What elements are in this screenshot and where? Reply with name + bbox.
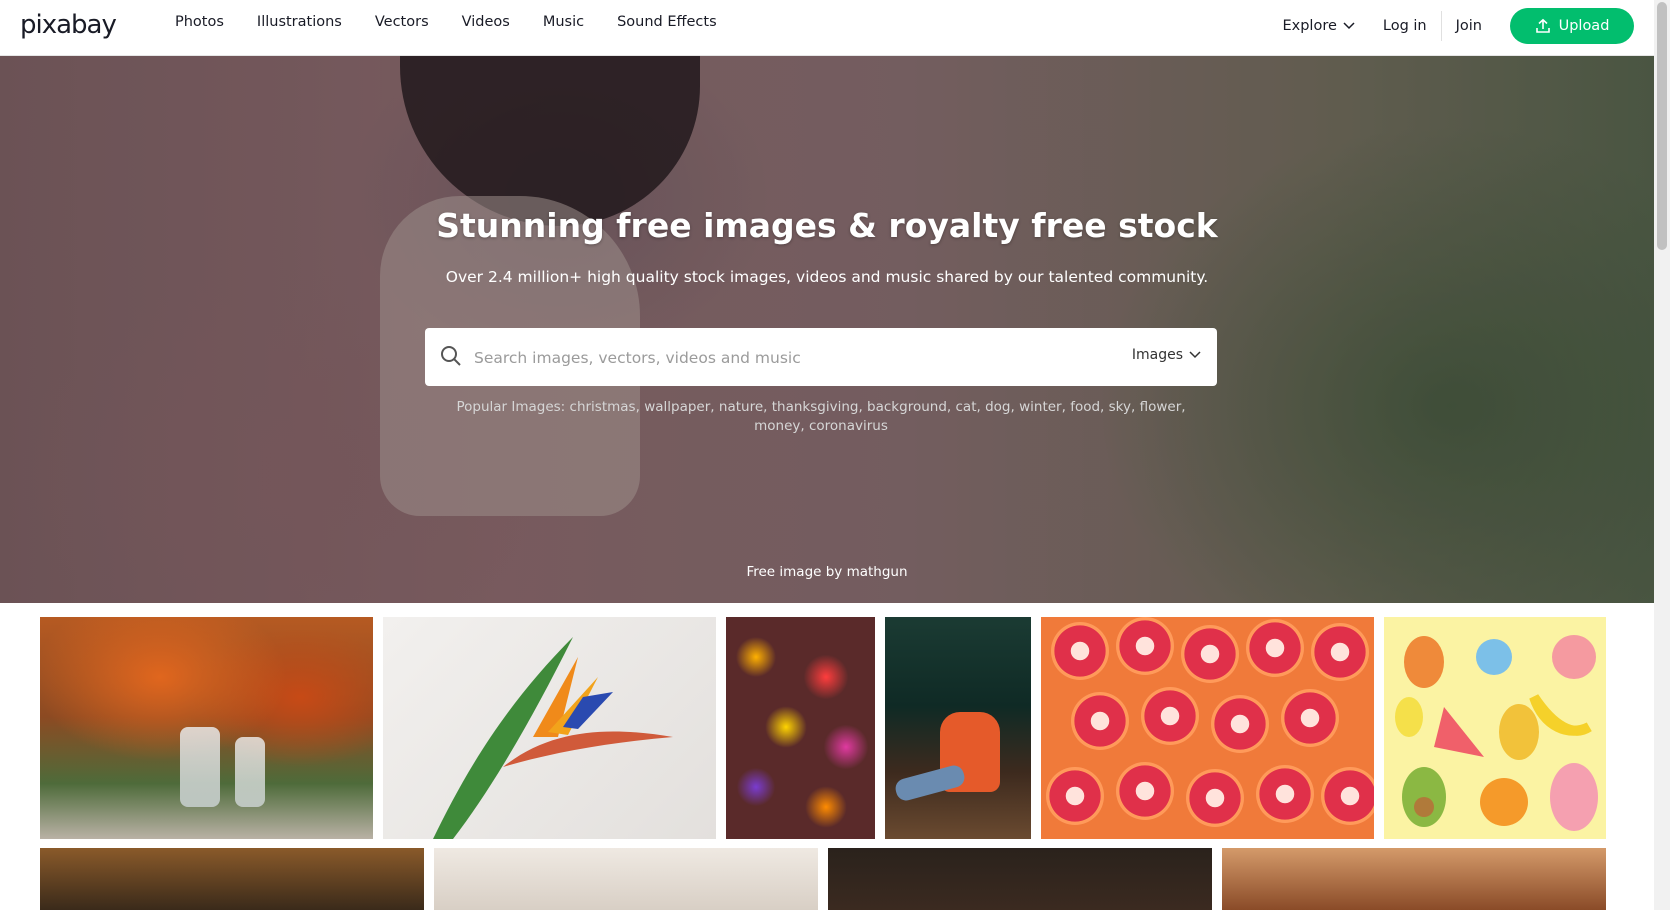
upload-button[interactable]: Upload: [1510, 8, 1634, 44]
popular-tag[interactable]: christmas: [570, 399, 636, 415]
hero-banner: Stunning free images & royalty free stoc…: [0, 56, 1654, 603]
search-input[interactable]: [472, 342, 1076, 374]
scrollbar-thumb[interactable]: [1657, 2, 1667, 250]
popular-tag[interactable]: winter: [1019, 399, 1062, 415]
hero-subtitle: Over 2.4 million+ high quality stock ima…: [445, 268, 1209, 286]
waterfall-shape: [180, 727, 220, 807]
fruit-shape: [1141, 687, 1199, 745]
popular-tag[interactable]: background: [867, 399, 947, 415]
popular-tag[interactable]: sky: [1109, 399, 1131, 415]
popular-tag[interactable]: flower: [1140, 399, 1182, 415]
person-legs-shape: [893, 763, 967, 803]
login-link[interactable]: Log in: [1383, 11, 1442, 41]
vertical-scrollbar[interactable]: [1654, 0, 1670, 910]
fruit-shape: [1186, 769, 1244, 827]
pixabay-logo[interactable]: pixabay: [20, 10, 117, 40]
popular-tag[interactable]: cat: [956, 399, 977, 415]
popular-tag[interactable]: coronavirus: [809, 418, 888, 434]
image-tile-woman-sitting[interactable]: [885, 617, 1031, 839]
popular-tag[interactable]: food: [1070, 399, 1100, 415]
image-tile-waterfall[interactable]: [40, 617, 373, 839]
search-bar: Images: [425, 328, 1217, 386]
join-link[interactable]: Join: [1456, 18, 1482, 34]
explore-menu[interactable]: Explore: [1282, 18, 1355, 34]
account-nav: Explore Log in Join Upload: [1282, 8, 1634, 44]
explore-label: Explore: [1282, 18, 1337, 34]
search-type-label: Images: [1131, 347, 1183, 363]
search-icon[interactable]: [440, 345, 462, 367]
fruit-shape: [1321, 767, 1374, 825]
nav-music[interactable]: Music: [543, 14, 584, 30]
fruit-shape: [1046, 767, 1104, 825]
waterfall-shape: [235, 737, 265, 807]
upload-icon: [1535, 18, 1550, 33]
image-tile[interactable]: [40, 848, 424, 910]
chevron-down-icon: [1189, 351, 1201, 359]
fruit-shape: [1256, 765, 1314, 823]
popular-label: Popular Images:: [456, 399, 566, 415]
bird-of-paradise-illustration: [433, 637, 673, 839]
image-tile-grapefruits[interactable]: [1041, 617, 1374, 839]
top-header: pixabay Photos Illustrations Vectors Vid…: [0, 0, 1654, 56]
image-tile[interactable]: [828, 848, 1212, 910]
image-tile-flower[interactable]: [383, 617, 716, 839]
nav-sound-effects[interactable]: Sound Effects: [617, 14, 717, 30]
image-credit[interactable]: Free image by mathgun: [0, 564, 1654, 580]
fruit-shape: [1211, 695, 1269, 753]
nav-illustrations[interactable]: Illustrations: [257, 14, 342, 30]
nav-videos[interactable]: Videos: [462, 14, 510, 30]
chevron-down-icon: [1343, 22, 1355, 30]
image-tile-lanterns[interactable]: [726, 617, 875, 839]
hero-title: Stunning free images & royalty free stoc…: [436, 206, 1218, 245]
nav-photos[interactable]: Photos: [175, 14, 224, 30]
fruit-shape: [1116, 617, 1174, 675]
upload-label: Upload: [1558, 18, 1610, 34]
popular-tag[interactable]: money: [754, 418, 800, 434]
fruit-shape: [1071, 692, 1129, 750]
nav-vectors[interactable]: Vectors: [375, 14, 429, 30]
popular-tag[interactable]: dog: [985, 399, 1010, 415]
image-tile[interactable]: [1222, 848, 1606, 910]
fruit-shape: [1246, 619, 1304, 677]
fruit-shape: [1281, 689, 1339, 747]
fruit-shape: [1116, 762, 1174, 820]
popular-tag[interactable]: thanksgiving: [772, 399, 859, 415]
fruit-shape: [1181, 625, 1239, 683]
fruit-shape: [1051, 622, 1109, 680]
main-nav: Photos Illustrations Vectors Videos Musi…: [175, 14, 750, 30]
search-type-dropdown[interactable]: Images: [1132, 347, 1201, 363]
popular-tag[interactable]: nature: [719, 399, 763, 415]
popular-searches: Popular Images: christmas, wallpaper, na…: [456, 399, 1186, 434]
image-tile-fruit-pattern[interactable]: [1384, 617, 1606, 839]
fruit-shape: [1311, 623, 1369, 681]
popular-tag[interactable]: wallpaper: [644, 399, 710, 415]
fruit-pattern-illustration: [1395, 635, 1598, 831]
image-tile[interactable]: [434, 848, 818, 910]
